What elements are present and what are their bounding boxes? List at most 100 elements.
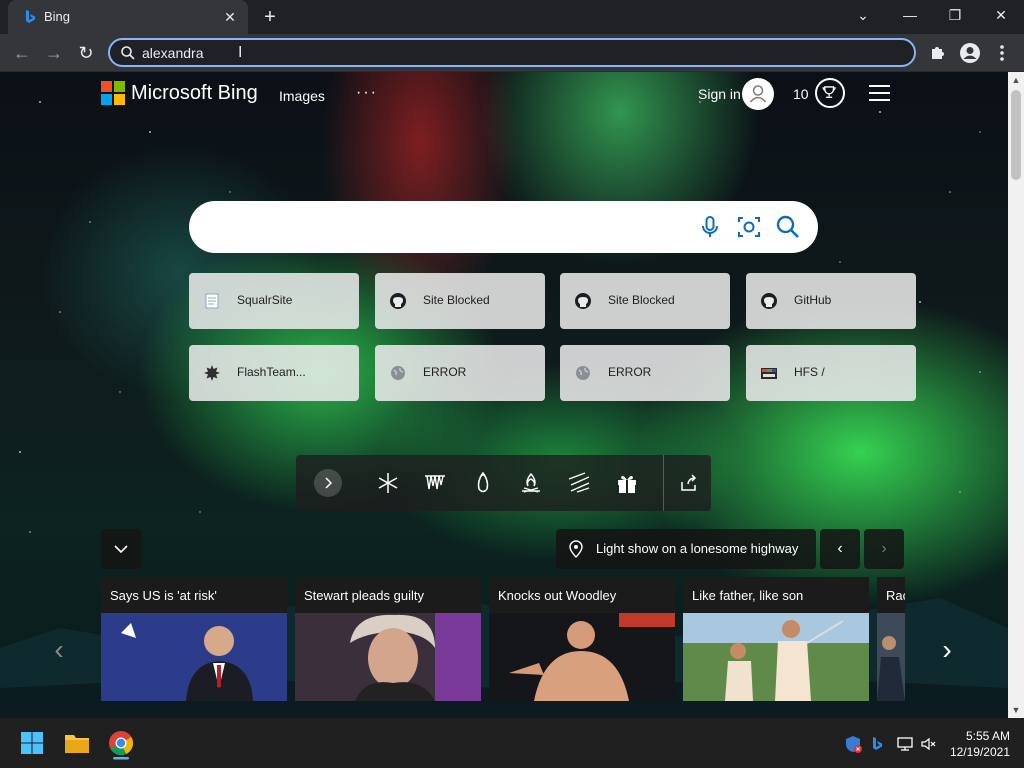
hfs-icon [761,368,777,379]
github-icon [575,293,591,309]
clock-time[interactable]: 5:55 AM [948,729,1010,743]
minimize-button[interactable]: — [895,2,925,28]
quick-link-tile[interactable]: Site Blocked [560,273,730,329]
quick-link-tile[interactable]: ERROR [375,345,545,401]
back-button[interactable]: ← [8,39,36,67]
bing-search-box[interactable] [189,201,818,253]
quick-link-tile[interactable]: ERROR [560,345,730,401]
page-icon [205,293,219,309]
address-input[interactable]: alexandra [142,45,204,61]
avatar-icon[interactable] [742,78,774,110]
tile-label: SqualrSite [237,293,293,307]
tab-search-icon[interactable]: ⌄ [848,2,878,28]
scroll-thumb[interactable] [1011,90,1021,180]
news-card[interactable]: Like father, like son [683,577,869,701]
forward-button[interactable]: → [40,39,68,67]
volume-muted-icon[interactable] [920,735,938,753]
news-title: Rac [886,588,905,603]
globe-icon [576,366,590,380]
reload-button[interactable]: ↻ [72,39,100,67]
text-cursor-icon: I [238,44,243,61]
quick-link-tile[interactable]: FlashTeam... [189,345,359,401]
windows-start-icon[interactable] [15,726,49,760]
nav-images-link[interactable]: Images [279,88,325,104]
news-thumbnail [489,613,675,701]
tab-close-icon[interactable]: ✕ [220,7,240,27]
bing-tray-icon[interactable] [868,735,886,753]
news-thumbnail [101,613,287,701]
news-card[interactable]: Rac [877,577,905,701]
visual-search-icon[interactable] [735,213,763,241]
profile-icon[interactable] [958,41,982,65]
tile-label: ERROR [423,365,467,379]
scroll-up-arrow-icon[interactable]: ▲ [1008,72,1024,88]
browser-toolbar: ← → ↻ alexandra I [0,34,1024,72]
tile-label: Site Blocked [423,293,490,307]
file-explorer-icon[interactable] [60,726,94,760]
address-bar[interactable]: alexandra I [108,38,916,67]
page-viewport: Microsoft Bing Images ··· Sign in 10 Squ… [0,72,1008,718]
strip-divider [663,455,664,511]
news-card[interactable]: Knocks out Woodley [489,577,675,701]
close-window-button[interactable]: ✕ [986,2,1016,28]
ornament-icon[interactable] [469,469,497,497]
gear-badge-icon [204,365,220,381]
next-image-button[interactable]: › [864,529,904,569]
tab-bing[interactable]: Bing ✕ [8,0,248,34]
expand-arrow-button[interactable] [314,469,342,497]
wind-icon[interactable] [565,469,593,497]
menu-kebab-icon[interactable] [990,41,1014,65]
github-icon [761,293,777,309]
news-card[interactable]: Says US is 'at risk' [101,577,287,701]
snowflake-icon[interactable] [374,469,402,497]
chevron-down-icon [114,545,128,554]
microphone-icon[interactable] [696,213,724,241]
news-thumbnail [295,613,481,701]
quick-actions-strip [296,455,711,511]
tile-label: ERROR [608,365,652,379]
tile-label: Site Blocked [608,293,675,307]
tile-label: GitHub [794,293,832,307]
extensions-icon[interactable] [926,41,950,65]
chrome-icon[interactable] [104,726,138,760]
collapse-news-button[interactable] [101,529,141,569]
news-title: Like father, like son [692,588,804,603]
tab-title: Bing [44,9,71,24]
rewards-trophy-icon[interactable] [815,78,845,108]
scroll-down-arrow-icon[interactable]: ▼ [1008,702,1024,718]
news-next-arrow-icon[interactable]: › [935,632,959,668]
previous-image-button[interactable]: ‹ [820,529,860,569]
github-icon [390,293,406,309]
rewards-points[interactable]: 10 [793,86,809,102]
news-thumbnail [877,613,905,701]
tile-label: FlashTeam... [237,365,306,379]
bing-brand[interactable]: Microsoft Bing [131,82,258,105]
share-icon[interactable] [674,469,702,497]
quick-link-tile[interactable]: SqualrSite [189,273,359,329]
clock-date[interactable]: 12/19/2021 [948,745,1010,759]
news-thumbnail [683,613,869,701]
campfire-icon[interactable] [517,469,545,497]
sign-in-link[interactable]: Sign in [698,86,741,102]
news-prev-arrow-icon[interactable]: ‹ [47,632,71,668]
quick-link-tile[interactable]: Site Blocked [375,273,545,329]
quick-link-tile[interactable]: GitHub [746,273,916,329]
restore-button[interactable]: ❐ [940,2,970,28]
page-scrollbar[interactable]: ▲ ▼ [1008,72,1024,718]
new-tab-button[interactable]: + [258,6,282,28]
hamburger-menu-icon[interactable] [869,84,891,102]
globe-icon [391,366,405,380]
search-icon[interactable] [774,213,802,241]
nav-more-button[interactable]: ··· [356,84,378,102]
icicles-icon[interactable] [421,469,449,497]
defender-shield-icon[interactable] [844,735,862,753]
search-icon [121,46,135,60]
tile-label: HFS / [794,365,825,379]
taskbar: 5:55 AM 12/19/2021 [0,718,1024,768]
image-caption[interactable]: Light show on a lonesome highway [556,529,816,569]
microsoft-logo-icon [101,81,125,105]
quick-link-tile[interactable]: HFS / [746,345,916,401]
network-icon[interactable] [896,735,914,753]
news-card[interactable]: Stewart pleads guilty [295,577,481,701]
gift-icon[interactable] [613,469,641,497]
